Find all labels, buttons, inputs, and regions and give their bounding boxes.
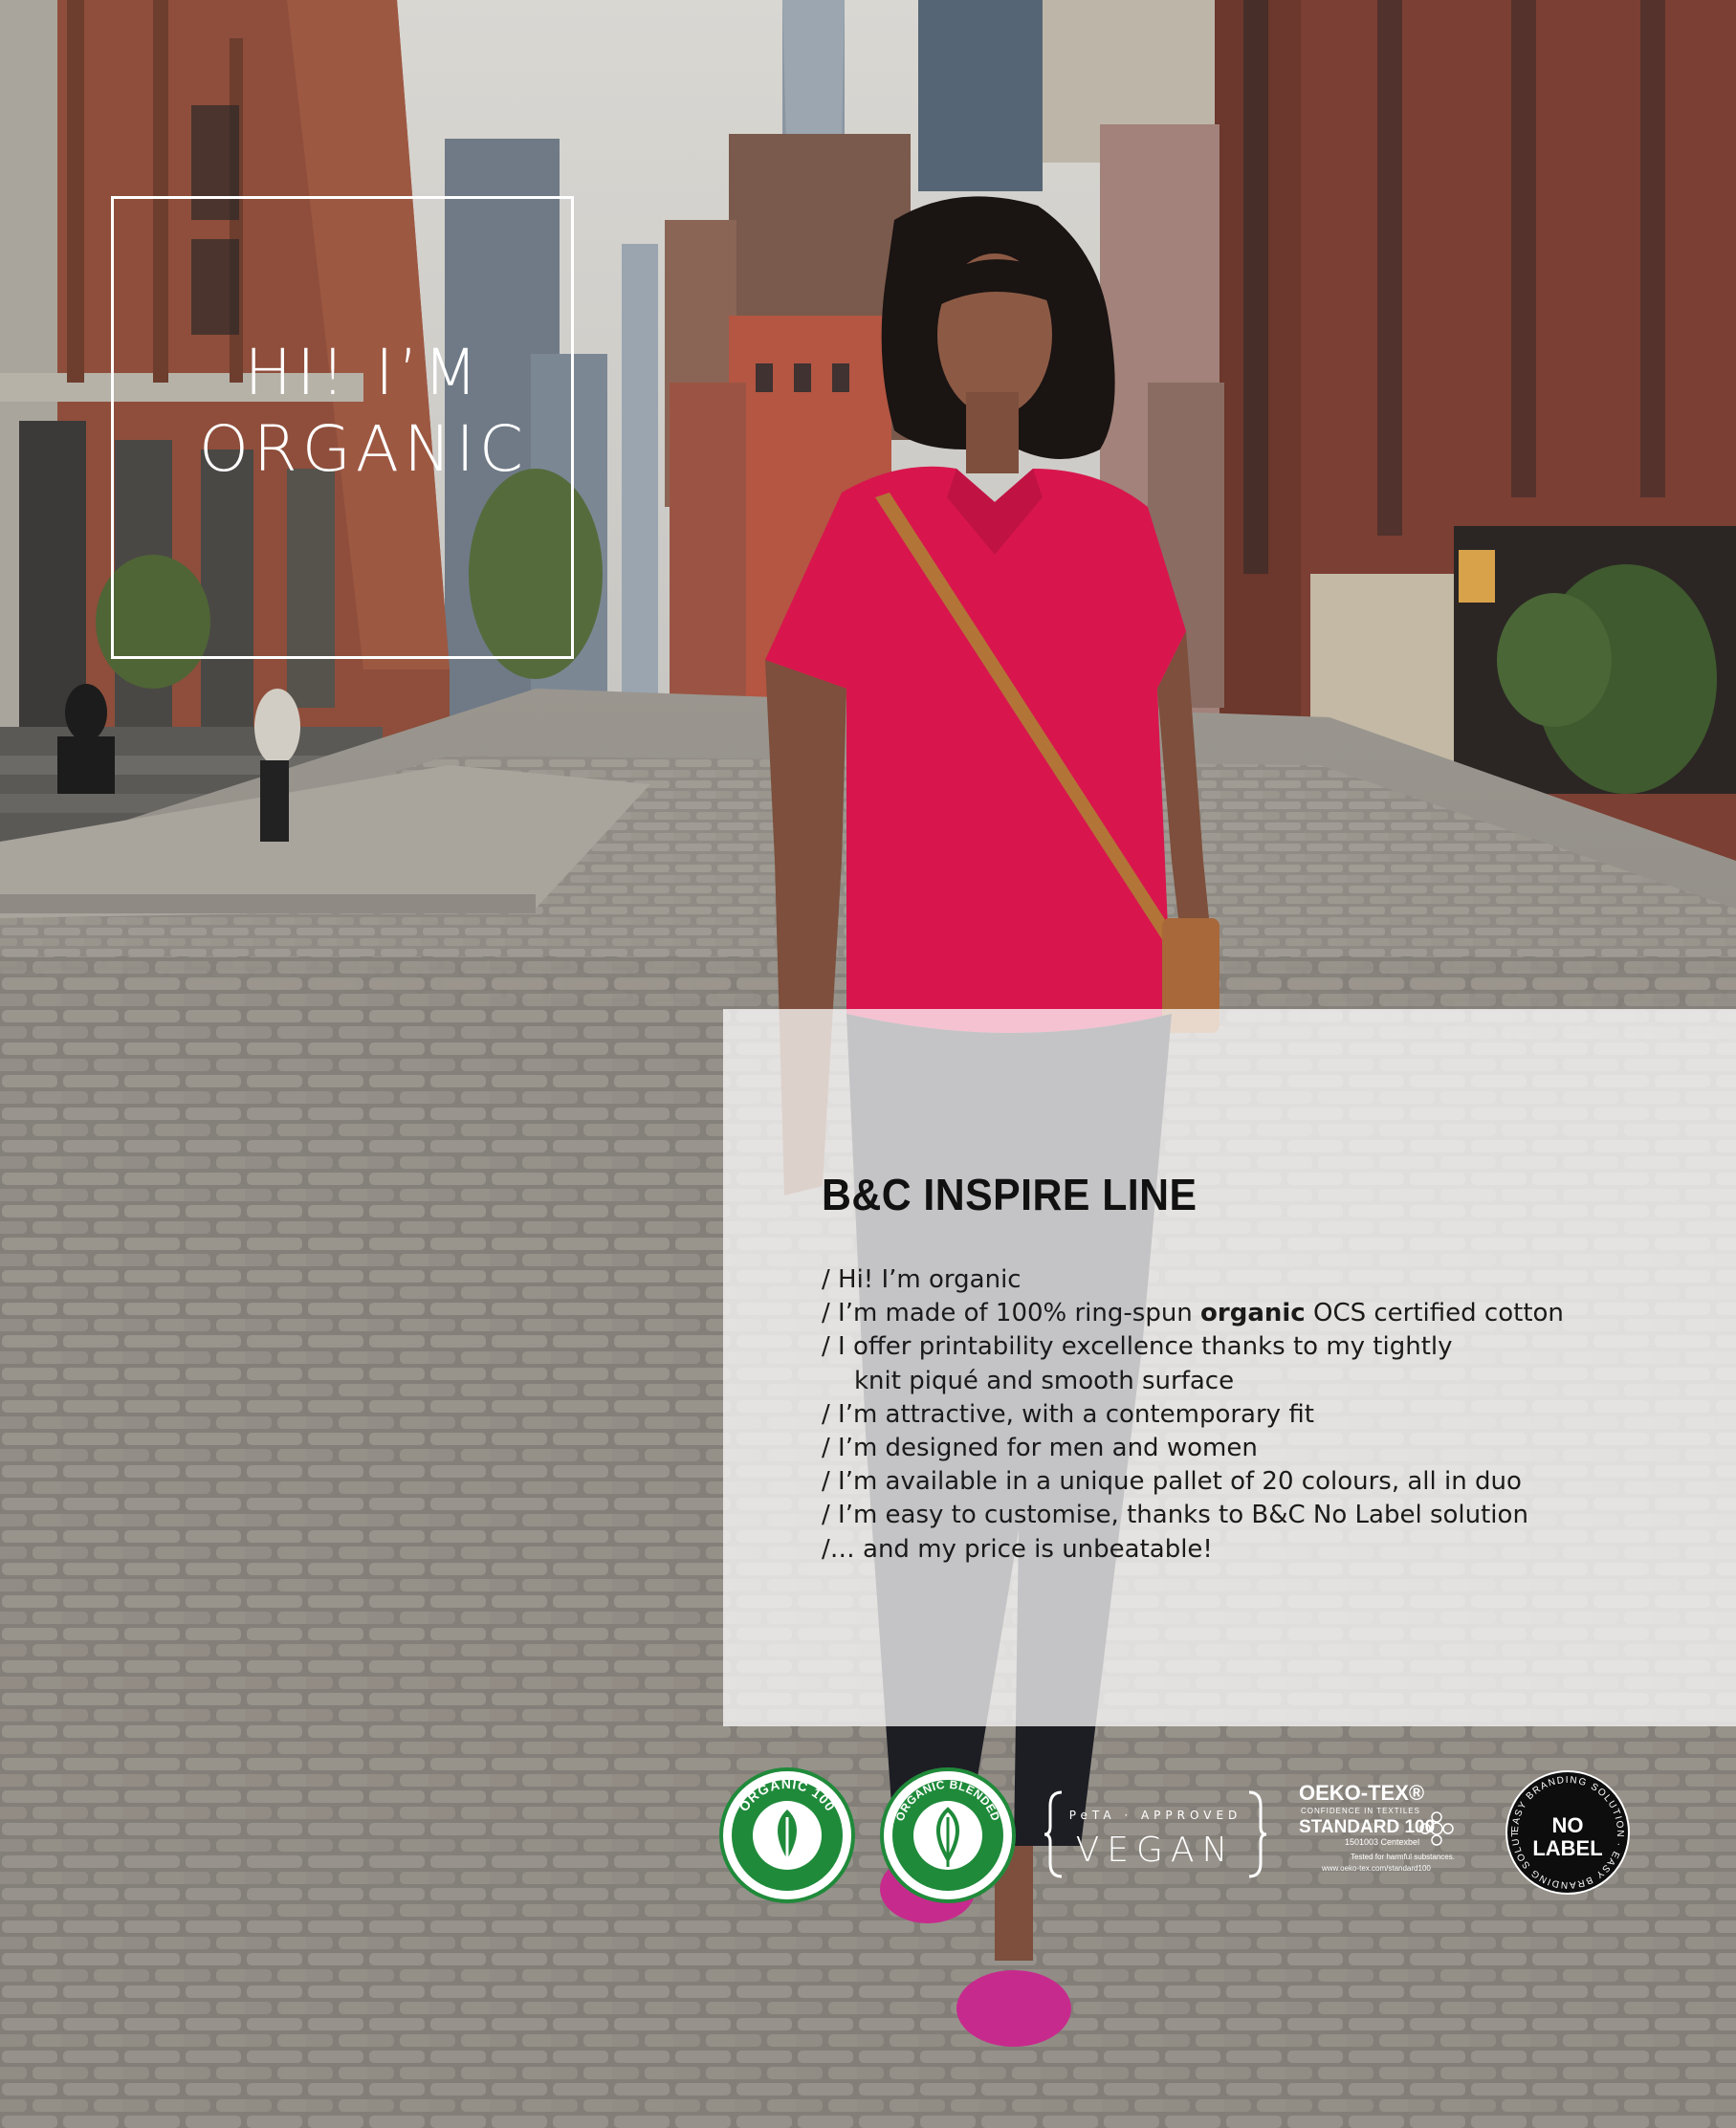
feature-item: / I’m attractive, with a contemporary fi… (822, 1398, 1564, 1432)
feature-item: / I’m made of 100% ring-spun organic OCS… (822, 1297, 1564, 1330)
oeko-tex-standard: STANDARD 100 (1299, 1817, 1435, 1837)
feature-item: / I’m easy to customise, thanks to B&C N… (822, 1499, 1564, 1532)
feature-text-tail: OCS certified cotton (1305, 1299, 1564, 1328)
no-label-badge: EASY BRANDING SOLUTION · EASY BRANDING S… (1505, 1769, 1631, 1896)
peta-vegan-badge: PeTA · APPROVED VEGAN (1044, 1787, 1266, 1882)
feature-text: / Hi! I’m organic (822, 1265, 1022, 1294)
oeko-tex-tagline: CONFIDENCE IN TEXTILES (1301, 1807, 1420, 1815)
feature-list: / Hi! I’m organic / I’m made of 100% ring… (822, 1263, 1564, 1567)
no-label-line-1: NO (1552, 1813, 1584, 1837)
vegan-text: VEGAN (1076, 1831, 1236, 1870)
no-label-line-2: LABEL (1532, 1836, 1602, 1860)
feature-item: / I offer printability excellence thanks… (822, 1330, 1564, 1364)
feature-emphasis: organic (1200, 1299, 1306, 1328)
feature-text: / I’m attractive, with a contemporary fi… (822, 1399, 1314, 1429)
feature-item: / I’m designed for men and women (822, 1432, 1564, 1465)
feature-text: / I’m made of 100% ring-spun (822, 1299, 1201, 1328)
feature-text: / I’m easy to customise, thanks to B&C N… (822, 1501, 1528, 1530)
organic-blended-badge: ORGANIC BLENDED content standard (880, 1767, 1016, 1903)
oeko-tex-url: www.oeko-tex.com/standard100 (1321, 1864, 1431, 1873)
info-panel: B&C INSPIRE LINE / Hi! I’m organic / I’m … (723, 1009, 1736, 1726)
oeko-tex-tested: Tested for harmful substances. (1351, 1853, 1455, 1861)
oeko-tex-cert: 1501003 Centexbel (1345, 1837, 1419, 1847)
product-line-title: B&C INSPIRE LINE (822, 1170, 1198, 1219)
feature-text: /… and my price is unbeatable! (822, 1534, 1213, 1564)
feature-item: /… and my price is unbeatable! (822, 1533, 1564, 1567)
peta-approved-text: PeTA · APPROVED (1069, 1809, 1242, 1822)
feature-text: knit piqué and smooth surface (854, 1366, 1235, 1395)
oeko-tex-brand: OEKO-TEX® (1299, 1781, 1424, 1805)
headline-line-1: HI! I’M (244, 336, 483, 409)
feature-text: / I’m available in a unique pallet of 20… (822, 1467, 1522, 1497)
oeko-tex-badge: OEKO-TEX® CONFIDENCE IN TEXTILES STANDAR… (1293, 1779, 1456, 1884)
feature-item: knit piqué and smooth surface (822, 1365, 1564, 1398)
feature-item: / Hi! I’m organic (822, 1263, 1564, 1297)
feature-text: / I offer printability excellence thanks… (822, 1332, 1453, 1362)
feature-text: / I’m designed for men and women (822, 1434, 1258, 1463)
feature-item: / I’m available in a unique pallet of 20… (822, 1465, 1564, 1499)
headline: HI! I’M ORGANIC (143, 335, 583, 488)
organic-100-badge: ORGANIC 100 content standard (719, 1767, 855, 1903)
headline-line-2: ORGANIC (198, 412, 529, 486)
